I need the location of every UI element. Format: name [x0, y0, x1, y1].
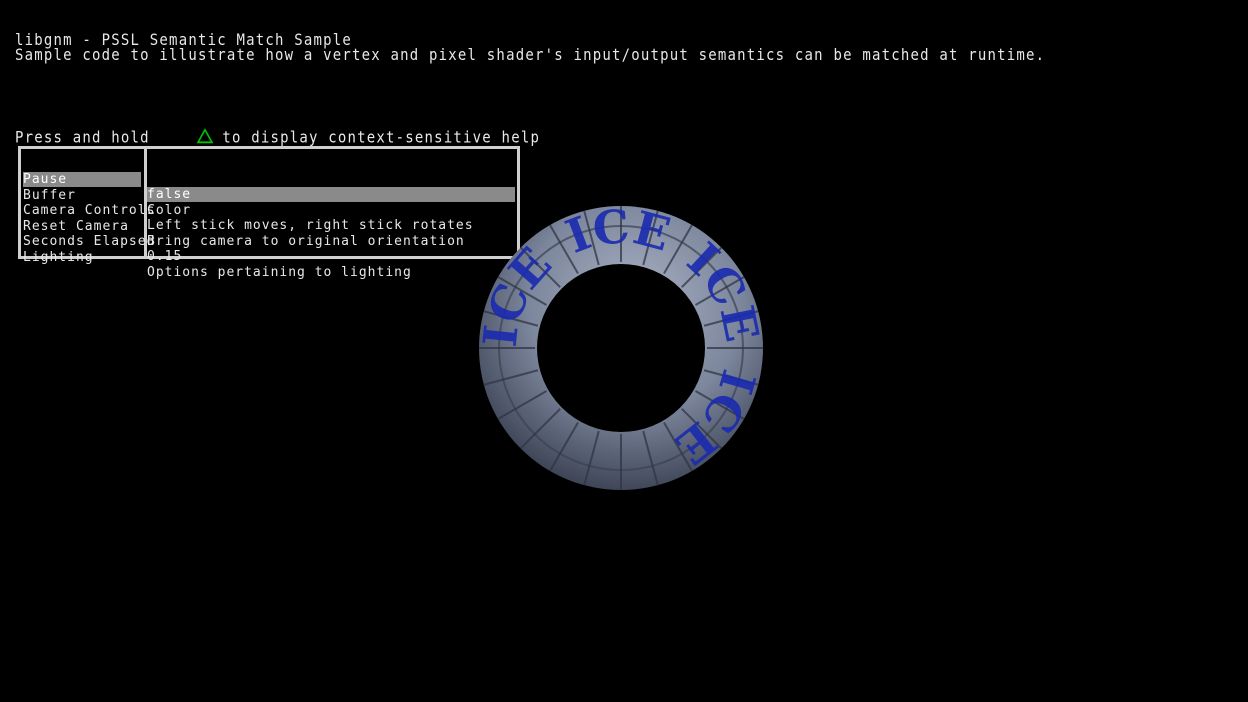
- menu-item-label: Lighting: [23, 250, 94, 265]
- debug-menu: Pause false Buffer Color Camera Controls…: [18, 146, 520, 280]
- menu-item-value: Options pertaining to lighting: [147, 265, 412, 280]
- menu-item-buffer[interactable]: Buffer Color: [21, 173, 517, 218]
- menu-item-seconds-elapsed[interactable]: Seconds Elapsed 0.15: [21, 219, 517, 264]
- rendered-ring: ICE ICE ICE ICE: [478, 205, 764, 490]
- app-subtitle: Sample code to illustrate how a vertex a…: [15, 46, 1046, 65]
- help-prefix: Press and hold: [15, 127, 150, 147]
- help-suffix: to display context-sensitive help: [222, 127, 541, 147]
- ring-hole: [537, 264, 705, 432]
- menu-item-reset-camera[interactable]: Reset Camera Bring camera to original or…: [21, 204, 517, 249]
- menu-item-camera-controls[interactable]: Camera Controls Left stick moves, right …: [21, 188, 517, 233]
- menu-item-pause[interactable]: Pause false: [21, 157, 517, 202]
- menu-item-lighting[interactable]: Lighting Options pertaining to lighting: [21, 235, 517, 280]
- menu-item-value: 0.15: [147, 249, 183, 264]
